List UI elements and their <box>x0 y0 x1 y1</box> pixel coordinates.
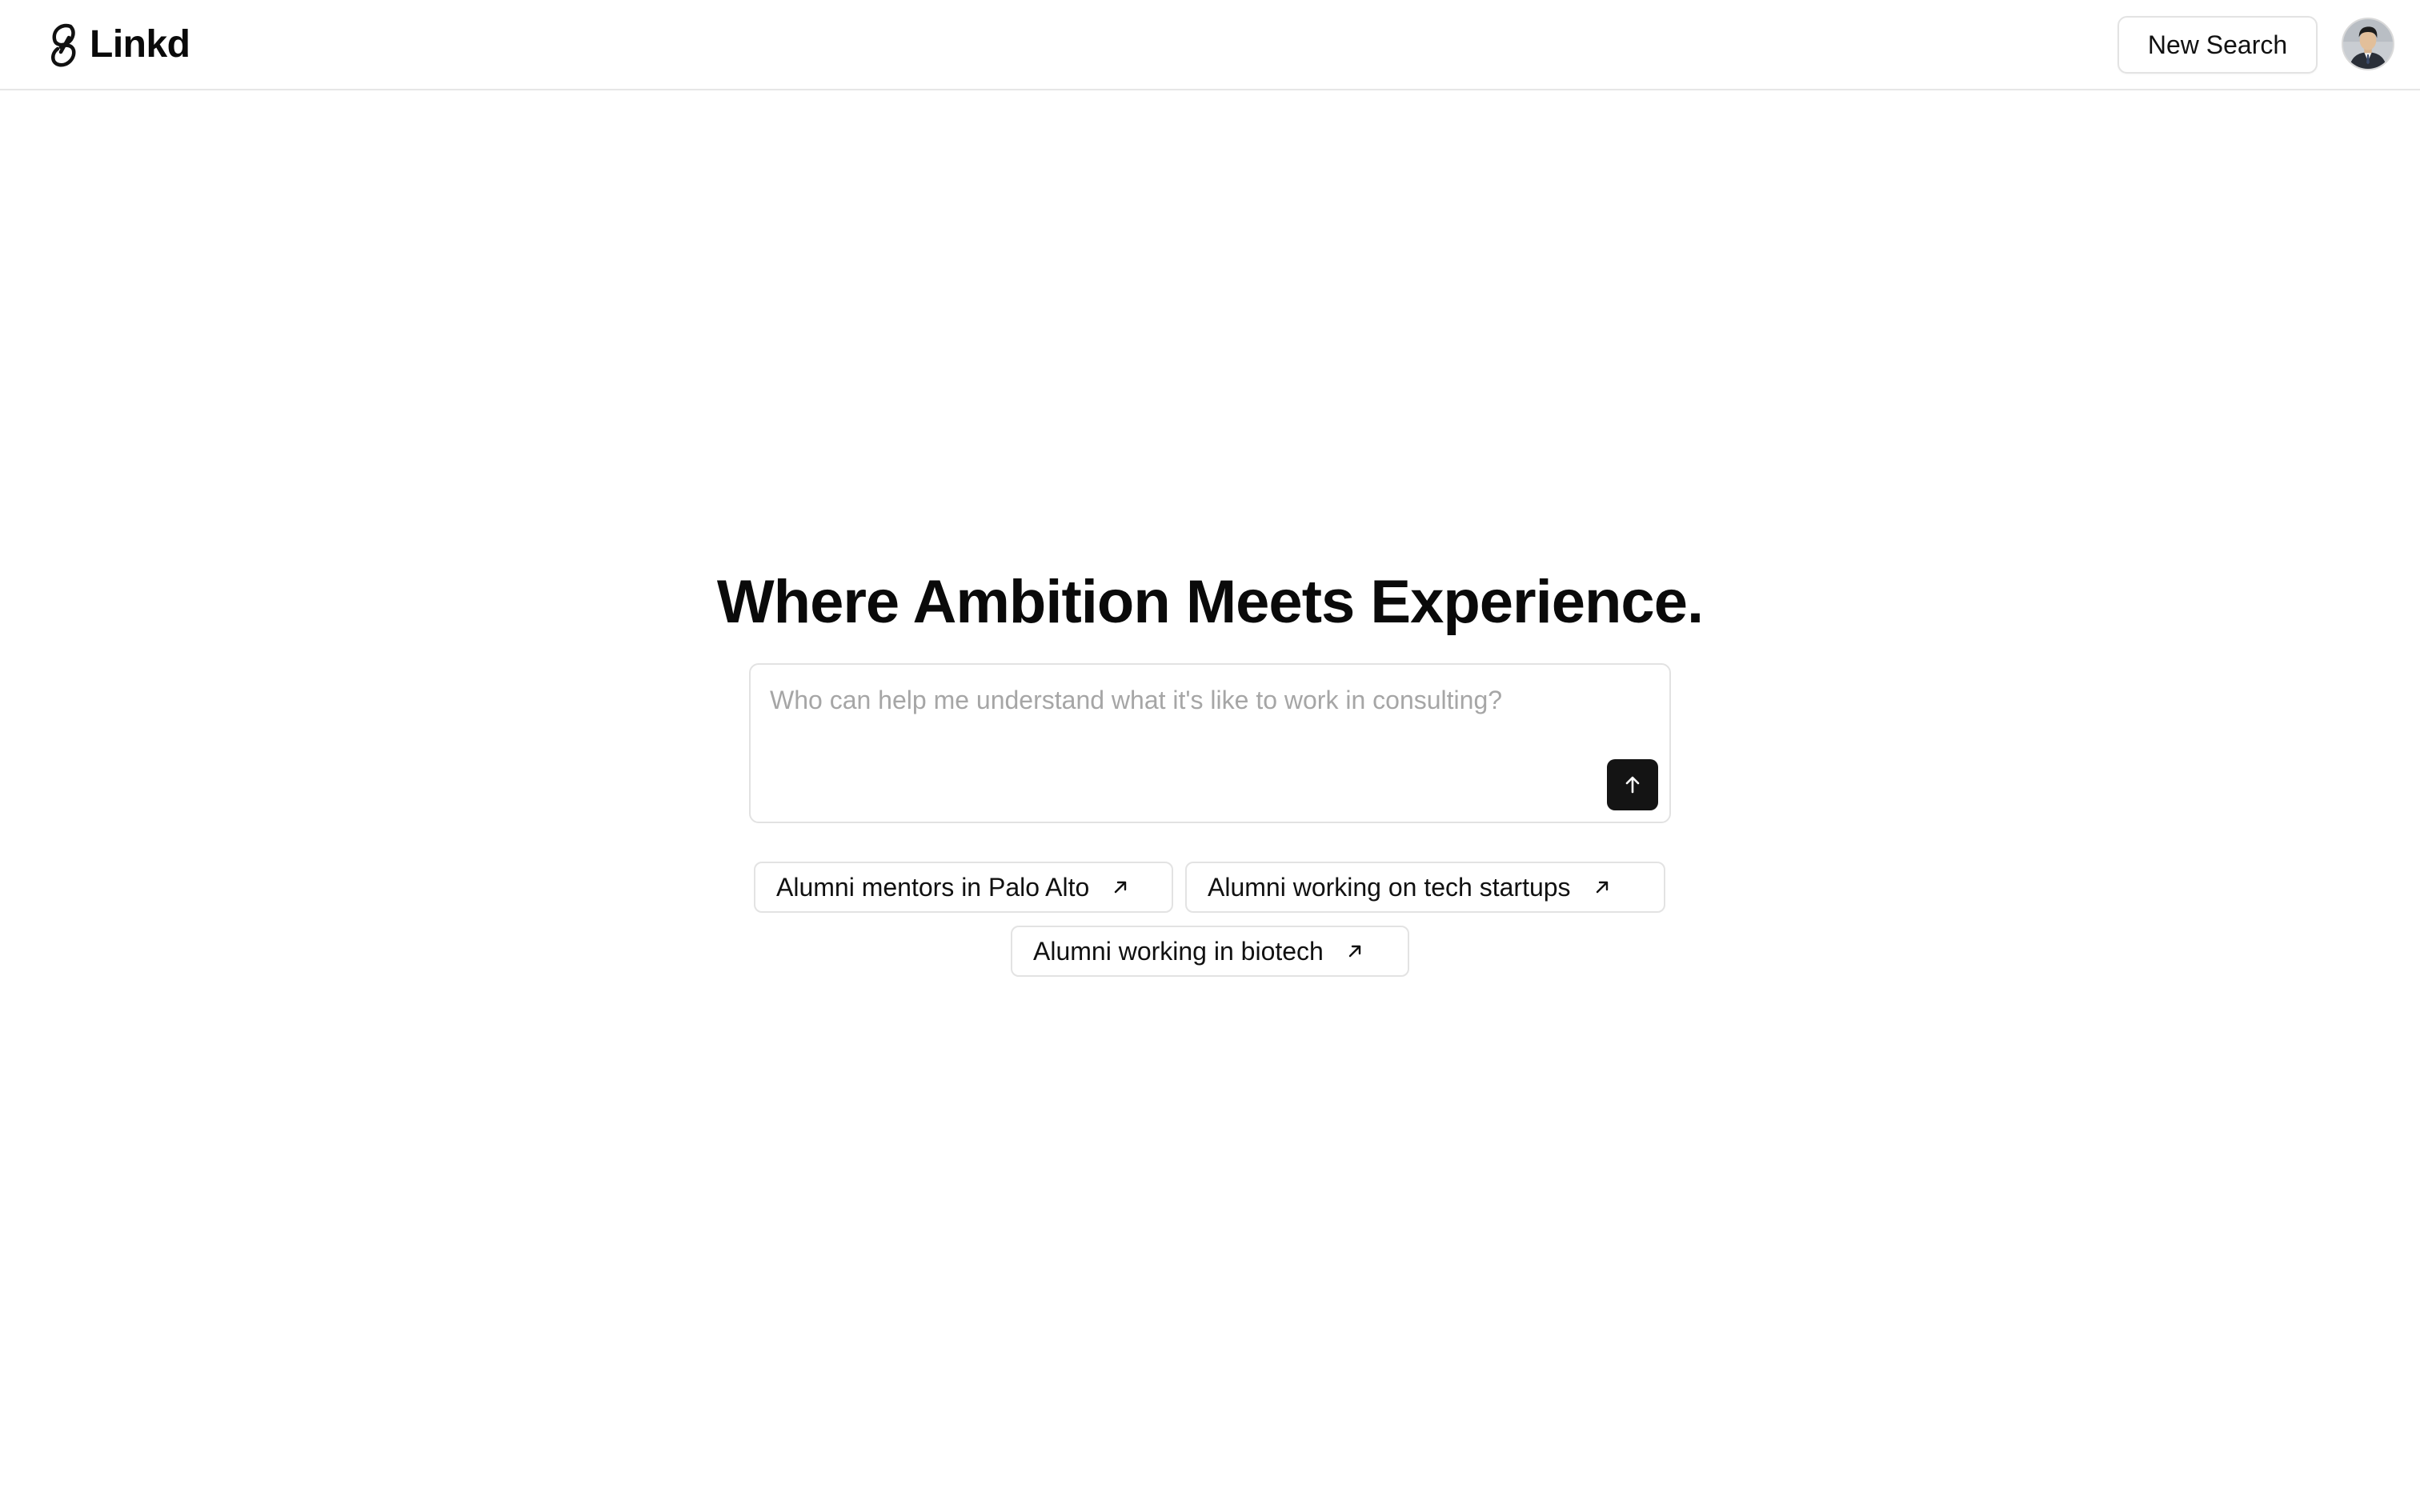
brand-logo[interactable]: Linkd <box>46 21 190 69</box>
arrow-up-right-icon <box>1348 945 1361 958</box>
suggestion-label: Alumni mentors in Palo Alto <box>776 872 1090 902</box>
user-avatar-icon <box>2343 19 2393 69</box>
suggestion-chip[interactable]: Alumni working on tech startups <box>1185 862 1665 913</box>
page-title: Where Ambition Meets Experience. <box>716 567 1704 636</box>
suggestion-label: Alumni working on tech startups <box>1208 872 1571 902</box>
submit-search-button[interactable] <box>1607 759 1658 810</box>
suggestion-chip[interactable]: Alumni mentors in Palo Alto <box>754 862 1173 913</box>
linkd-logo-icon <box>51 23 76 67</box>
suggestion-chip[interactable]: Alumni working in biotech <box>1011 926 1409 977</box>
arrow-up-right-icon <box>1115 881 1127 894</box>
top-navbar: Linkd New Search <box>0 0 2420 90</box>
suggestion-label: Alumni working in biotech <box>1033 936 1324 966</box>
search-box <box>749 663 1671 823</box>
avatar[interactable] <box>2342 18 2394 70</box>
arrow-up-icon <box>1625 776 1640 794</box>
arrow-up-right-icon <box>1596 881 1608 894</box>
search-input[interactable] <box>768 679 1585 807</box>
new-search-button[interactable]: New Search <box>2118 16 2318 74</box>
brand-name: Linkd <box>90 23 190 66</box>
